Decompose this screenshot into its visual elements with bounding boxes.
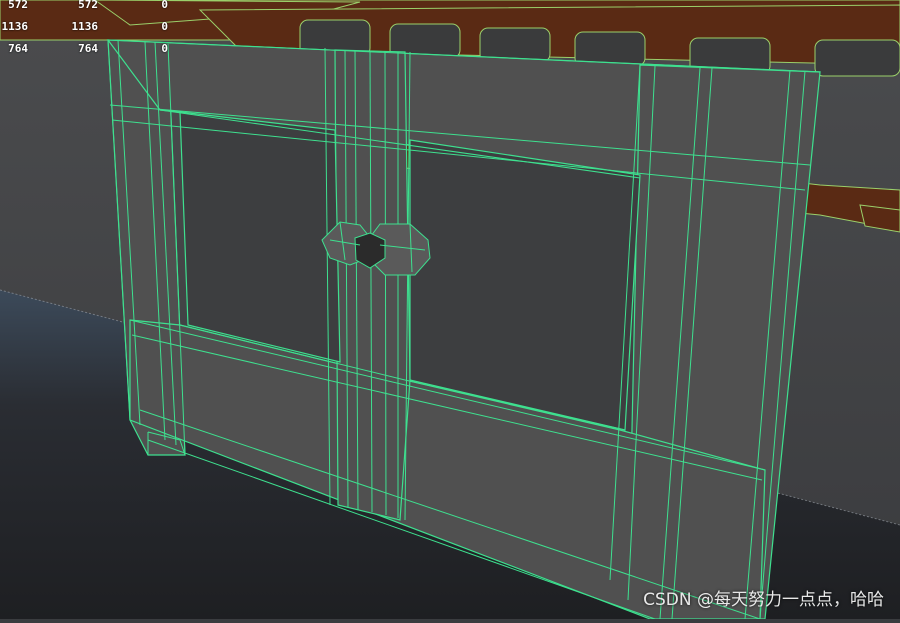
stat-value: 572 bbox=[78, 0, 98, 11]
3d-viewport[interactable] bbox=[0, 0, 900, 620]
stat-value: 572 bbox=[8, 0, 28, 11]
stat-value: 1136 bbox=[71, 20, 99, 33]
viewport-scene bbox=[0, 0, 900, 620]
stat-value: 764 bbox=[78, 42, 98, 55]
watermark-text: CSDN @每天努力一点点，哈哈 bbox=[643, 590, 884, 610]
stat-value: 764 bbox=[8, 42, 28, 55]
window-left bbox=[179, 111, 341, 363]
stats-row: 572 572 0 bbox=[0, 0, 190, 16]
stat-value: 0 bbox=[161, 20, 168, 33]
stats-overlay: 572 572 0 1136 1136 0 764 764 0 bbox=[0, 0, 190, 60]
stat-value: 1136 bbox=[1, 20, 29, 33]
stat-value: 0 bbox=[161, 42, 168, 55]
window-right bbox=[409, 139, 641, 431]
stat-value: 0 bbox=[161, 0, 168, 11]
stats-row: 1136 1136 0 bbox=[0, 16, 190, 38]
stats-row: 764 764 0 bbox=[0, 38, 190, 60]
